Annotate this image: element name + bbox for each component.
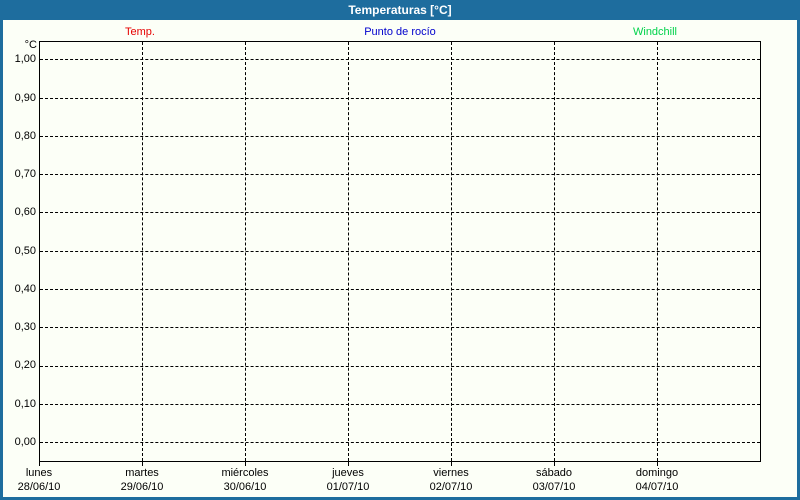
h-gridline bbox=[40, 289, 760, 290]
x-day-name: viernes bbox=[401, 466, 501, 480]
y-tick-label: 0,60 bbox=[0, 205, 36, 219]
v-gridline bbox=[348, 42, 349, 461]
y-tick-label: 0,80 bbox=[0, 129, 36, 143]
x-day-date: 30/06/10 bbox=[195, 480, 295, 494]
y-tick-label: 0,30 bbox=[0, 320, 36, 334]
y-axis-unit-label: °C bbox=[0, 38, 37, 52]
plot-area bbox=[39, 41, 761, 462]
x-day-date: 04/07/10 bbox=[607, 480, 707, 494]
h-gridline bbox=[40, 404, 760, 405]
x-tick-label-group: martes 29/06/10 bbox=[92, 466, 192, 494]
x-day-date: 03/07/10 bbox=[504, 480, 604, 494]
x-day-date: 02/07/10 bbox=[401, 480, 501, 494]
y-tick-label: 0,00 bbox=[0, 435, 36, 449]
y-tick-label: 0,40 bbox=[0, 282, 36, 296]
y-tick-label: 0,70 bbox=[0, 167, 36, 181]
v-gridline bbox=[142, 42, 143, 461]
x-day-name: sábado bbox=[504, 466, 604, 480]
x-tick-label-group: lunes 28/06/10 bbox=[0, 466, 89, 494]
h-gridline bbox=[40, 59, 760, 60]
h-gridline bbox=[40, 327, 760, 328]
x-day-date: 01/07/10 bbox=[298, 480, 398, 494]
legend-item-windchill: Windchill bbox=[633, 25, 677, 39]
chart-title: Temperaturas [°C] bbox=[348, 3, 451, 17]
x-day-name: miércoles bbox=[195, 466, 295, 480]
x-day-name: lunes bbox=[0, 466, 89, 480]
x-day-name: domingo bbox=[607, 466, 707, 480]
x-tick-label-group: sábado 03/07/10 bbox=[504, 466, 604, 494]
h-gridline bbox=[40, 136, 760, 137]
y-tick-label: 0,90 bbox=[0, 91, 36, 105]
x-day-name: jueves bbox=[298, 466, 398, 480]
legend-item-temp: Temp. bbox=[125, 25, 155, 39]
x-day-name: martes bbox=[92, 466, 192, 480]
x-tick-label-group: miércoles 30/06/10 bbox=[195, 466, 295, 494]
h-gridline bbox=[40, 98, 760, 99]
legend-item-punto-de-rocio: Punto de rocío bbox=[364, 25, 436, 39]
v-gridline bbox=[245, 42, 246, 461]
chart-window: Temperaturas [°C] Temp. Punto de rocío W… bbox=[0, 0, 800, 500]
x-tick-label-group: viernes 02/07/10 bbox=[401, 466, 501, 494]
h-gridline bbox=[40, 442, 760, 443]
h-gridline bbox=[40, 174, 760, 175]
v-gridline bbox=[554, 42, 555, 461]
x-day-date: 28/06/10 bbox=[0, 480, 89, 494]
y-tick-label: 0,50 bbox=[0, 244, 36, 258]
title-bar: Temperaturas [°C] bbox=[0, 0, 800, 20]
y-tick-label: 1,00 bbox=[0, 52, 36, 66]
y-tick-label: 0,20 bbox=[0, 358, 36, 372]
h-gridline bbox=[40, 366, 760, 367]
y-tick-label: 0,10 bbox=[0, 397, 36, 411]
x-day-date: 29/06/10 bbox=[92, 480, 192, 494]
x-tick-label-group: domingo 04/07/10 bbox=[607, 466, 707, 494]
h-gridline bbox=[40, 251, 760, 252]
v-gridline bbox=[657, 42, 658, 461]
x-tick-label-group: jueves 01/07/10 bbox=[298, 466, 398, 494]
h-gridline bbox=[40, 212, 760, 213]
v-gridline bbox=[451, 42, 452, 461]
